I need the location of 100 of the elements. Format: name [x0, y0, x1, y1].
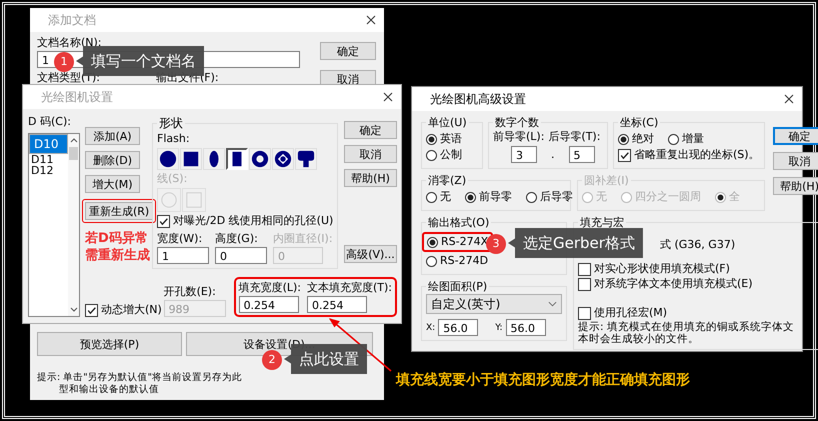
radio-label: 前导零 — [479, 190, 512, 204]
square-outline-icon — [185, 191, 203, 209]
input-field[interactable]: 56.0 — [506, 319, 546, 336]
close-icon[interactable] — [383, 92, 393, 102]
checkbox-label: 动态增大(N) — [101, 303, 162, 317]
checkbox-label: 式 (G36, G37) — [660, 238, 736, 251]
tee-shape-icon — [297, 150, 315, 168]
caret-icon — [548, 301, 557, 307]
scrollbar-thumb[interactable] — [69, 147, 78, 160]
close-icon[interactable] — [784, 94, 794, 104]
scrollbar[interactable] — [68, 134, 79, 316]
radio-button[interactable] — [426, 192, 437, 202]
input-field[interactable]: 0.254 — [306, 296, 367, 313]
target-shape-icon — [274, 150, 292, 168]
field-label: 高度(G): — [215, 232, 259, 246]
radio-button[interactable] — [526, 192, 537, 202]
field-label: 后导零(T): — [548, 130, 600, 144]
field-label: X: — [426, 322, 436, 334]
radio-button[interactable] — [465, 192, 476, 202]
checkbox[interactable] — [578, 306, 591, 320]
dialog-button[interactable]: 删除(D) — [85, 151, 140, 169]
ring-shape-icon — [251, 150, 269, 168]
dialog-button[interactable]: 取消 — [772, 152, 818, 170]
input-field[interactable]: 0.254 — [238, 296, 299, 313]
radio-button[interactable] — [618, 134, 629, 144]
close-icon[interactable] — [366, 15, 376, 25]
radio-button[interactable] — [427, 236, 438, 248]
radio-button[interactable] — [426, 256, 437, 266]
checkbox-label: 对系统字体文本使用填充模式(E) — [594, 277, 753, 291]
advanced-button[interactable]: 高级(V)... — [344, 245, 397, 263]
scroll-up-icon[interactable] — [70, 138, 78, 143]
circle-shape-icon — [159, 150, 177, 168]
group-label: 圆补差(I) — [583, 173, 630, 188]
list-item[interactable]: D12 — [29, 165, 68, 176]
radio-label: 后导零 — [540, 190, 573, 204]
list-label: D 码(C): — [28, 115, 72, 129]
input-field[interactable]: 56.0 — [438, 319, 478, 336]
annotation-text: 需重新生成 — [85, 247, 150, 264]
checkbox[interactable] — [618, 148, 631, 162]
group-label: 单位(U) — [427, 115, 468, 130]
checkbox[interactable] — [157, 214, 170, 228]
shape-button[interactable] — [226, 148, 248, 170]
radio-label: 绝对 — [632, 132, 654, 146]
list-item[interactable]: D10 — [29, 134, 68, 154]
group-label: 填充与宏 — [579, 215, 625, 230]
input-field[interactable]: 0 — [215, 247, 267, 264]
annotation-text: 若D码异常 — [85, 230, 149, 247]
radio-label: 四分之一圆周 — [635, 190, 701, 204]
radio-label: 无 — [596, 190, 607, 204]
checkbox-label: 对曝光/2D 线使用相同的孔径(U) — [173, 214, 334, 228]
input-field[interactable]: 5 — [568, 146, 594, 163]
checkbox-label: 对实心形状使用填充模式(F) — [594, 262, 730, 276]
radio-label: RS-274D — [440, 254, 488, 268]
dialog-button[interactable]: 增大(M) — [85, 175, 140, 193]
checkbox[interactable] — [85, 304, 98, 316]
annotation-text: 填充线宽要小于填充图形宽度才能正确填充图形 — [396, 371, 690, 389]
square-shape-icon — [182, 150, 200, 168]
dcode-list[interactable]: D10 D11 D12 — [28, 133, 80, 317]
radio-button[interactable] — [426, 134, 437, 144]
radio-button[interactable] — [668, 134, 679, 144]
circle-outline-icon — [160, 191, 178, 209]
separator-text: . — [551, 148, 554, 162]
checkbox[interactable] — [578, 278, 591, 290]
section-label: 线(S): — [157, 172, 188, 186]
section-label: Flash: — [157, 132, 191, 146]
checkbox-label: 使用孔径宏(M) — [594, 306, 668, 320]
group-label: 数字个数 — [494, 115, 540, 130]
input-field[interactable]: 3 — [511, 146, 537, 163]
dialog-button[interactable]: 帮助(H) — [772, 177, 818, 195]
input-field[interactable]: 1 — [157, 247, 209, 264]
group-label: 坐标(C) — [619, 115, 660, 130]
window-title: 光绘图机设置 — [41, 88, 113, 106]
dialog-button[interactable]: 确定 — [344, 121, 397, 139]
radio-button[interactable] — [426, 150, 437, 160]
group-label: 绘图面积(P) — [427, 279, 488, 294]
hint-text: 型和输出设备的默认值 — [58, 384, 160, 396]
group-label: 形状 — [158, 115, 184, 132]
hint-text: 提示: 单击"另存为默认值"将当前设置另存为此 — [37, 372, 243, 384]
tooltip: 选定Gerber格式 — [508, 228, 643, 258]
dialog-button[interactable]: 确定 — [772, 127, 818, 145]
checkbox-label: 省略重复出现的坐标(S)。 — [634, 148, 760, 162]
dialog-button[interactable]: 取消 — [344, 145, 397, 163]
list-item[interactable]: D11 — [29, 154, 68, 165]
dialog-button[interactable]: 帮助(H) — [344, 169, 397, 187]
window-title: 添加文档 — [48, 12, 96, 28]
window-title: 光绘图机高级设置 — [430, 90, 526, 108]
preview-button[interactable]: 预览选择(P) — [37, 332, 182, 356]
radio-label: 无 — [440, 190, 451, 204]
dialog-button[interactable]: 确定 — [320, 42, 376, 60]
field-label: 开孔数(E): — [164, 285, 217, 299]
scroll-down-icon[interactable] — [70, 307, 78, 312]
regenerate-button[interactable]: 重新生成(R) — [85, 202, 154, 220]
dropdown[interactable]: 自定义(英寸) — [426, 294, 562, 314]
radio-label: 英语 — [440, 132, 462, 146]
field-label: 宽度(W): — [157, 232, 204, 246]
hint-text: 提示: 填充模式在使用填充的铜或系统字体文本时会生成较小的文件。 — [578, 321, 795, 345]
dialog-button[interactable]: 添加(A) — [85, 127, 140, 145]
group-label: 输出格式(O) — [427, 215, 490, 230]
checkbox[interactable] — [578, 262, 591, 276]
group-label: 消零(Z) — [427, 173, 468, 188]
